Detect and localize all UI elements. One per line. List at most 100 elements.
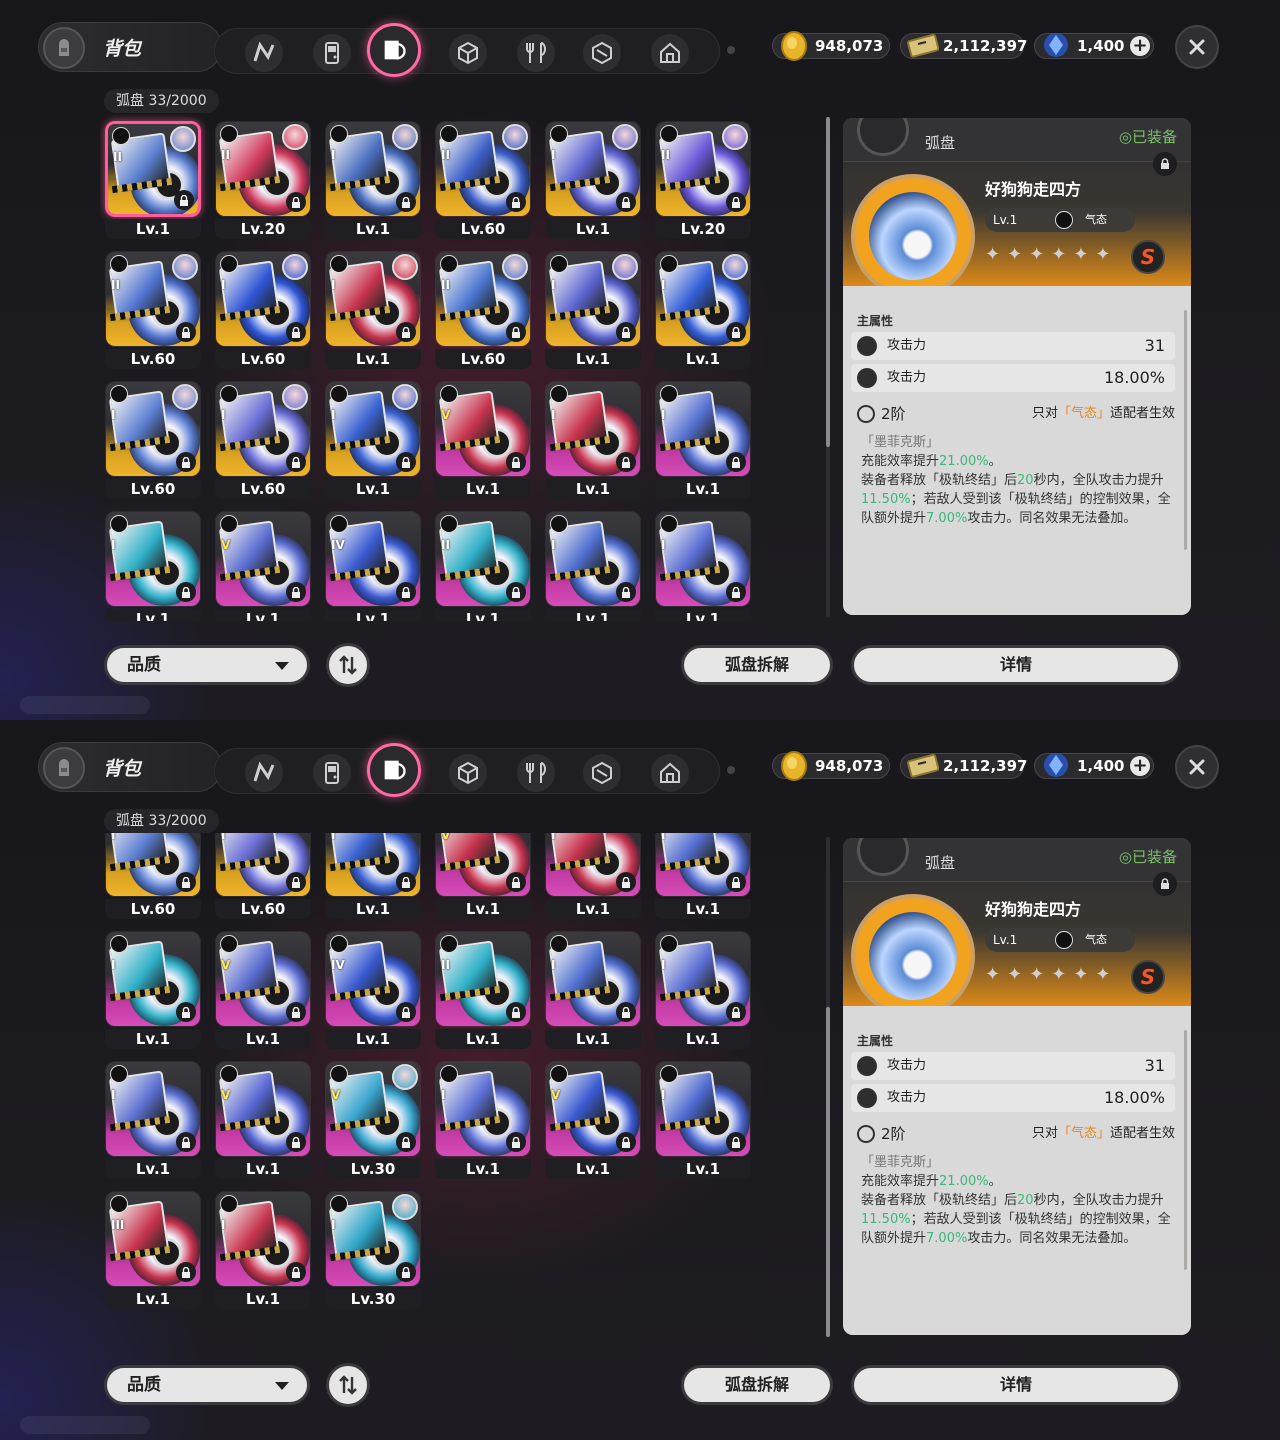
lock-icon[interactable]	[286, 1002, 306, 1022]
details-button[interactable]: 详情	[851, 645, 1181, 685]
tab-cube[interactable]	[449, 34, 487, 72]
lock-icon[interactable]	[396, 322, 416, 342]
disc-card[interactable]: I Lv.1	[540, 377, 641, 499]
disc-card[interactable]: II Lv.20	[650, 117, 751, 239]
grid-scrollbar-thumb[interactable]	[826, 117, 830, 447]
disc-card[interactable]: III Lv.1	[100, 1187, 201, 1309]
lock-icon[interactable]	[396, 582, 416, 602]
lock-icon[interactable]	[506, 872, 526, 892]
disc-card[interactable]: IV Lv.1	[320, 507, 421, 621]
tab-n-logo[interactable]	[245, 754, 283, 792]
lock-icon[interactable]	[286, 872, 306, 892]
lock-icon[interactable]	[616, 322, 636, 342]
lock-icon[interactable]	[396, 192, 416, 212]
disc-card[interactable]: I Lv.60	[100, 833, 201, 919]
lock-icon[interactable]	[176, 1002, 196, 1022]
disc-card[interactable]: I Lv.1	[650, 377, 751, 499]
sort-order-button[interactable]	[326, 1363, 370, 1407]
lock-icon[interactable]	[396, 1132, 416, 1152]
lock-icon[interactable]	[726, 192, 746, 212]
disc-card[interactable]: I Lv.1	[430, 1057, 531, 1179]
disc-card[interactable]: I Lv.1	[650, 833, 751, 919]
lock-icon[interactable]	[176, 322, 196, 342]
disc-card[interactable]: I Lv.1	[540, 833, 641, 919]
lock-icon[interactable]	[506, 192, 526, 212]
disc-card[interactable]: I Lv.1	[540, 117, 641, 239]
quality-filter-dropdown[interactable]: 品质	[104, 645, 310, 685]
disc-card[interactable]: V Lv.1	[210, 927, 311, 1049]
lock-icon[interactable]	[396, 872, 416, 892]
disc-card[interactable]: II Lv.1	[430, 507, 531, 621]
disc-card[interactable]: I Lv.1	[320, 377, 421, 499]
lock-icon[interactable]	[616, 452, 636, 472]
disc-card[interactable]: I Lv.30	[320, 1187, 421, 1309]
disc-card[interactable]: V Lv.1	[430, 377, 531, 499]
lock-icon[interactable]	[286, 322, 306, 342]
disc-card[interactable]: V Lv.30	[320, 1057, 421, 1179]
lock-icon[interactable]	[726, 1002, 746, 1022]
lock-icon[interactable]	[506, 1132, 526, 1152]
disc-card[interactable]: I Lv.60	[210, 833, 311, 919]
disc-card[interactable]: I Lv.1	[100, 927, 201, 1049]
disc-card[interactable]: I Lv.60	[100, 377, 201, 499]
lock-icon[interactable]	[286, 452, 306, 472]
lock-icon[interactable]	[726, 1132, 746, 1152]
disc-disassemble-button[interactable]: 弧盘拆解	[681, 1365, 833, 1405]
disc-card[interactable]: V Lv.1	[430, 833, 531, 919]
lock-icon[interactable]	[506, 322, 526, 342]
disc-grid[interactable]: IILv.1IILv.20ILv.1IILv.60ILv.1IILv.20IIL…	[100, 833, 760, 1341]
tab-n-logo[interactable]	[245, 34, 283, 72]
sort-order-button[interactable]	[326, 643, 370, 687]
details-button[interactable]: 详情	[851, 1365, 1181, 1405]
grid-scrollbar-thumb[interactable]	[826, 1007, 830, 1337]
disc-card[interactable]: II Lv.20	[210, 117, 311, 239]
close-button[interactable]	[1175, 745, 1219, 789]
disc-card[interactable]: V Lv.1	[210, 1057, 311, 1179]
lock-icon[interactable]	[726, 322, 746, 342]
tab-handheld-device[interactable]	[313, 34, 351, 72]
disc-card[interactable]: I Lv.60	[210, 377, 311, 499]
disc-card[interactable]: I Lv.1	[100, 1057, 201, 1179]
tab-house[interactable]	[651, 754, 689, 792]
tab-utensils[interactable]	[517, 754, 555, 792]
disc-card[interactable]: I Lv.1	[320, 833, 421, 919]
disc-card[interactable]: I Lv.1	[540, 507, 641, 621]
lock-icon[interactable]	[176, 452, 196, 472]
grid-scrollbar[interactable]	[826, 837, 830, 1337]
disc-card[interactable]: I Lv.1	[540, 247, 641, 369]
lock-toggle[interactable]	[1153, 152, 1177, 176]
lock-icon[interactable]	[726, 872, 746, 892]
disc-disassemble-button[interactable]: 弧盘拆解	[681, 645, 833, 685]
lock-icon[interactable]	[396, 452, 416, 472]
lock-icon[interactable]	[174, 190, 194, 210]
lock-icon[interactable]	[176, 582, 196, 602]
tab-utensils[interactable]	[517, 34, 555, 72]
lock-icon[interactable]	[506, 452, 526, 472]
disc-card[interactable]: I Lv.1	[100, 507, 201, 621]
disc-card[interactable]: II Lv.60	[430, 117, 531, 239]
disc-card[interactable]: I Lv.1	[650, 507, 751, 621]
grid-scrollbar[interactable]	[826, 117, 830, 617]
detail-scrollbar[interactable]	[1184, 310, 1187, 550]
lock-icon[interactable]	[286, 192, 306, 212]
lock-icon[interactable]	[506, 582, 526, 602]
lock-icon[interactable]	[616, 1002, 636, 1022]
disc-grid[interactable]: IILv.1IILv.20ILv.1IILv.60ILv.1IILv.20IIL…	[100, 113, 760, 621]
close-button[interactable]	[1175, 25, 1219, 69]
tab-box-shield[interactable]	[583, 34, 621, 72]
lock-icon[interactable]	[176, 872, 196, 892]
detail-scrollbar[interactable]	[1184, 1030, 1187, 1270]
disc-card[interactable]: I Lv.1	[650, 247, 751, 369]
add-crystal-button[interactable]: +	[1130, 756, 1150, 776]
lock-icon[interactable]	[286, 1262, 306, 1282]
tab-drive-disc[interactable]	[367, 743, 421, 797]
tab-house[interactable]	[651, 34, 689, 72]
tab-cube[interactable]	[449, 754, 487, 792]
lock-icon[interactable]	[286, 1132, 306, 1152]
disc-card[interactable]: IV Lv.1	[320, 927, 421, 1049]
quality-filter-dropdown[interactable]: 品质	[104, 1365, 310, 1405]
lock-icon[interactable]	[396, 1002, 416, 1022]
add-crystal-button[interactable]: +	[1130, 36, 1150, 56]
lock-icon[interactable]	[616, 192, 636, 212]
lock-icon[interactable]	[616, 1132, 636, 1152]
